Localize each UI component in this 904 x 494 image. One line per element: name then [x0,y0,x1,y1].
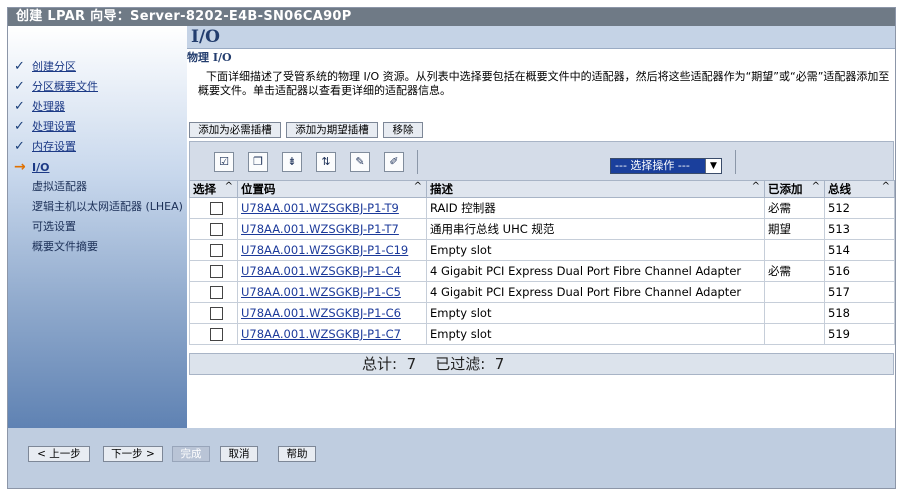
sidebar-step-create-partition[interactable]: ✓ 创建分区 [14,59,76,75]
check-icon: ✓ [14,79,25,94]
sidebar-substep-virtual-adapters: 虚拟适配器 [32,180,87,193]
sidebar-substep-profile-summary: 概要文件摘要 [32,240,98,253]
sort-icon[interactable]: ^ [812,181,820,192]
row-checkbox[interactable] [210,328,223,341]
row-checkbox[interactable] [210,286,223,299]
edit-column-icon[interactable]: ✎ [350,152,370,172]
column-header-location[interactable]: 位置码 ^ [237,180,427,198]
sidebar-step-io[interactable]: → I/O [14,159,49,175]
row-bus: 518 [824,302,895,324]
toolbar-divider [735,150,736,174]
page-title: I/O [191,27,220,47]
row-added [764,302,825,324]
sidebar-step-processing-settings[interactable]: ✓ 处理设置 [14,119,76,135]
page-subtitle: 物理 I/O [187,51,232,64]
io-resources-table: 选择 ^ 位置码 ^ 描述 ^ 已添加 ^ 总线 ^ U78AA.001.WZSGKBJ-… [189,180,895,345]
location-link[interactable]: U78AA.001.WZSGKBJ-P1-C7 [241,327,401,341]
deselect-all-icon[interactable]: ❐ [248,152,268,172]
help-button[interactable]: 帮助 [278,446,316,462]
row-bus: 514 [824,239,895,261]
window-title: 创建 LPAR 向导：Server-8202-E4B-SN06CA90P [8,8,895,26]
row-added [764,323,825,345]
sort-icon[interactable]: ^ [225,181,233,192]
column-header-select[interactable]: 选择 ^ [189,180,238,198]
check-icon: ✓ [14,59,25,74]
table-row: U78AA.001.WZSGKBJ-P1-C19 Empty slot 514 [189,239,895,261]
row-description: 4 Gigabit PCI Express Dual Port Fibre Ch… [426,281,765,303]
table-row: U78AA.001.WZSGKBJ-P1-C5 4 Gigabit PCI Ex… [189,281,895,303]
check-icon: ✓ [14,119,25,134]
clear-filter-icon[interactable]: ✐ [384,152,404,172]
row-checkbox[interactable] [210,202,223,215]
column-header-added[interactable]: 已添加 ^ [764,180,825,198]
table-total-count: 总计: 7 已过滤: 7 [362,355,505,373]
row-added: 期望 [764,218,825,240]
location-link[interactable]: U78AA.001.WZSGKBJ-P1-C5 [241,285,401,299]
add-desired-slot-button[interactable]: 添加为期望插槽 [286,122,378,138]
location-link[interactable]: U78AA.001.WZSGKBJ-P1-C4 [241,264,401,278]
table-row: U78AA.001.WZSGKBJ-P1-T7 通用串行总线 UHC 规范 期望… [189,218,895,240]
row-bus: 517 [824,281,895,303]
row-checkbox[interactable] [210,265,223,278]
sidebar-substep-lhea: 逻辑主机以太网适配器 (LHEA) [32,200,183,213]
chevron-down-icon: ▼ [705,159,721,173]
row-added: 必需 [764,197,825,219]
remove-button[interactable]: 移除 [383,122,423,138]
check-icon: ✓ [14,139,25,154]
page-description: 下面详细描述了受管系统的物理 I/O 资源。从列表中选择要包括在概要文件中的适配… [198,70,890,97]
table-footer: 总计: 7 已过滤: 7 [189,353,894,375]
location-link[interactable]: U78AA.001.WZSGKBJ-P1-C19 [241,243,408,257]
sort-icon[interactable]: ^ [414,181,422,192]
row-added [764,281,825,303]
column-header-description[interactable]: 描述 ^ [426,180,765,198]
wizard-sidebar: ✓ 创建分区 ✓ 分区概要文件 ✓ 处理器 ✓ 处理设置 ✓ 内存设置 → I/O 虚拟适配… [8,26,187,428]
location-link[interactable]: U78AA.001.WZSGKBJ-P1-T7 [241,222,399,236]
finish-button[interactable]: 完成 [172,446,210,462]
sidebar-step-partition-profile[interactable]: ✓ 分区概要文件 [14,79,98,95]
sidebar-substep-optional-settings: 可选设置 [32,220,76,233]
wizard-nav-bar: < 上一步 下一步 > 完成 取消 帮助 [8,428,895,488]
content-header: I/O [187,26,895,49]
row-checkbox[interactable] [210,307,223,320]
toolbar-divider [417,150,418,174]
table-row: U78AA.001.WZSGKBJ-P1-C7 Empty slot 519 [189,323,895,345]
show-filter-row-icon[interactable]: ⇟ [282,152,302,172]
sort-icon[interactable]: ^ [882,181,890,192]
row-bus: 512 [824,197,895,219]
sidebar-step-processors[interactable]: ✓ 处理器 [14,99,65,115]
row-added [764,239,825,261]
row-description: 通用串行总线 UHC 规范 [426,218,765,240]
row-checkbox[interactable] [210,244,223,257]
row-checkbox[interactable] [210,223,223,236]
back-button[interactable]: < 上一步 [28,446,90,462]
next-button[interactable]: 下一步 > [103,446,163,462]
row-description: Empty slot [426,323,765,345]
table-toolbar: ☑ ❐ ⇟ ⇅ ✎ ✐ --- 选择操作 --- ▼ [189,141,894,181]
wizard-window: 创建 LPAR 向导：Server-8202-E4B-SN06CA90P ✓ 创建… [7,7,896,489]
table-header-row: 选择 ^ 位置码 ^ 描述 ^ 已添加 ^ 总线 ^ [189,180,895,198]
row-description: Empty slot [426,302,765,324]
row-description: RAID 控制器 [426,197,765,219]
add-required-slot-button[interactable]: 添加为必需插槽 [189,122,281,138]
row-added: 必需 [764,260,825,282]
column-header-bus[interactable]: 总线 ^ [824,180,895,198]
location-link[interactable]: U78AA.001.WZSGKBJ-P1-C6 [241,306,401,320]
cancel-button[interactable]: 取消 [220,446,258,462]
row-description: 4 Gigabit PCI Express Dual Port Fibre Ch… [426,260,765,282]
row-description: Empty slot [426,239,765,261]
table-row: U78AA.001.WZSGKBJ-P1-C6 Empty slot 518 [189,302,895,324]
sort-icon[interactable]: ^ [752,181,760,192]
check-icon: ✓ [14,99,25,114]
edit-sort-icon[interactable]: ⇅ [316,152,336,172]
sidebar-step-memory-settings[interactable]: ✓ 内存设置 [14,139,76,155]
select-action-dropdown[interactable]: --- 选择操作 --- ▼ [610,158,722,174]
row-bus: 519 [824,323,895,345]
row-bus: 513 [824,218,895,240]
arrow-right-icon: → [14,159,26,175]
location-link[interactable]: U78AA.001.WZSGKBJ-P1-T9 [241,201,399,215]
row-bus: 516 [824,260,895,282]
select-all-icon[interactable]: ☑ [214,152,234,172]
table-row: U78AA.001.WZSGKBJ-P1-T9 RAID 控制器 必需 512 [189,197,895,219]
table-row: U78AA.001.WZSGKBJ-P1-C4 4 Gigabit PCI Ex… [189,260,895,282]
